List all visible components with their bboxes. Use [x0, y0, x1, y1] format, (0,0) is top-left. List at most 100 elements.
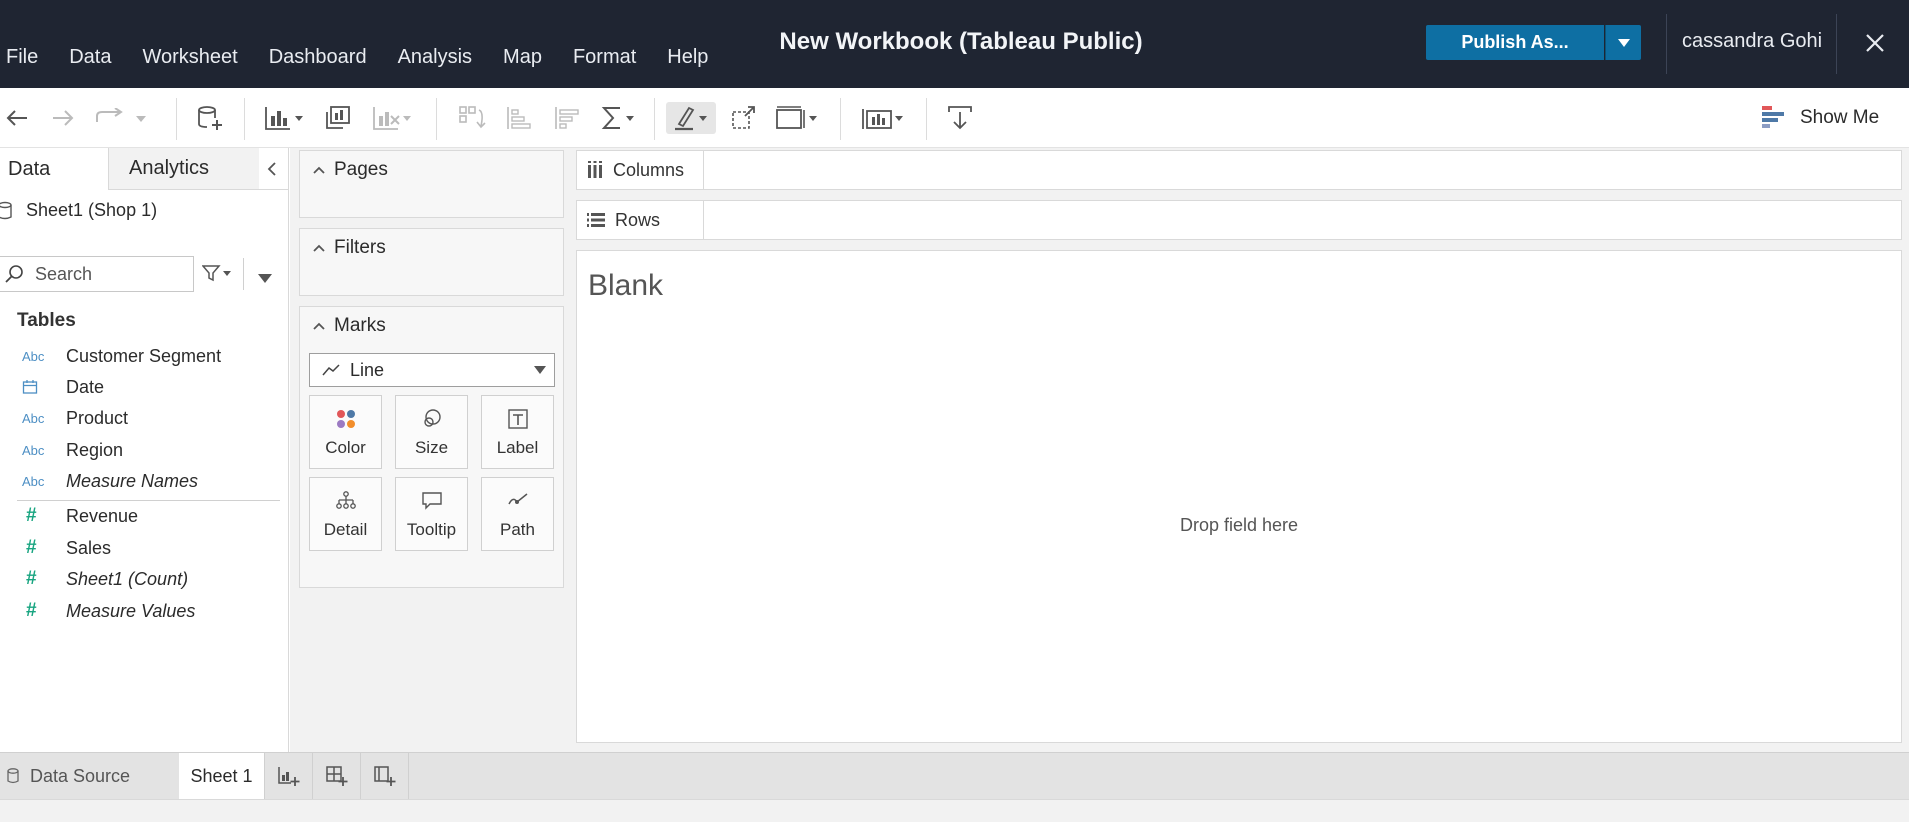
field-customer-segment[interactable]: Abc Customer Segment [0, 341, 280, 371]
field-name: Measure Names [66, 470, 199, 491]
chevron-up-icon [313, 244, 325, 252]
columns-icon [588, 161, 602, 178]
size-icon [423, 409, 441, 427]
caret-down-icon [258, 274, 272, 283]
drop-field-hint[interactable]: Drop field here [577, 515, 1901, 536]
group-icon [732, 106, 755, 129]
pane-menu-button[interactable] [258, 270, 272, 288]
marks-card-title: Marks [334, 315, 386, 336]
chevron-up-icon [313, 166, 325, 174]
path-button[interactable]: Path [481, 477, 554, 551]
line-mark-icon [322, 364, 340, 376]
field-product[interactable]: Abc Product [0, 403, 280, 433]
field-name: Revenue [66, 505, 139, 526]
field-revenue[interactable]: # Revenue [0, 501, 280, 531]
clear-sheet-button[interactable] [370, 102, 414, 134]
field-sheet1-count[interactable]: # Sheet1 (Count) [0, 564, 280, 594]
caret-down-icon [1617, 38, 1630, 47]
presentation-button[interactable] [858, 102, 908, 134]
field-sales[interactable]: # Sales [0, 533, 280, 563]
title-bar: File Data Worksheet Dashboard Analysis M… [0, 0, 1909, 88]
columns-shelf[interactable]: Columns [576, 150, 1902, 190]
new-story-tab-button[interactable] [360, 753, 408, 799]
columns-label: Columns [613, 159, 685, 180]
group-members-button[interactable] [728, 102, 758, 134]
size-button[interactable]: Size [395, 395, 468, 469]
new-worksheet-tab-button[interactable] [264, 753, 312, 799]
redo-button[interactable] [92, 102, 152, 134]
collapse-pane-button[interactable] [266, 161, 278, 182]
filter-icon [201, 265, 231, 282]
search-field[interactable]: Search [0, 256, 194, 292]
download-button[interactable] [944, 102, 976, 134]
sheet-tab[interactable]: Sheet 1 [179, 753, 264, 800]
clear-sheet-icon [373, 107, 411, 130]
detail-button[interactable]: Detail [309, 477, 382, 551]
tooltip-button[interactable]: Tooltip [395, 477, 468, 551]
show-me-button[interactable]: Show Me [1760, 104, 1879, 132]
color-label: Color [325, 438, 366, 457]
aggregate-button[interactable] [600, 102, 636, 134]
pane-tabs: Data Analytics [0, 148, 289, 190]
tooltip-label: Tooltip [406, 520, 457, 539]
view-canvas[interactable]: Blank Drop field here [576, 250, 1902, 743]
highlight-icon [675, 106, 707, 131]
user-name[interactable]: cassandra Gohi [1682, 30, 1822, 53]
filters-card[interactable]: Filters [299, 228, 564, 296]
sheet-title[interactable]: Blank [588, 269, 663, 303]
tables-header: Tables [17, 310, 76, 331]
data-pane: Data Analytics Sheet1 (Shop 1) Search Ta… [0, 148, 289, 752]
field-region[interactable]: Abc Region [0, 435, 280, 465]
tab-data[interactable]: Data [0, 148, 109, 190]
field-name: Measure Values [66, 600, 196, 621]
sort-ascending-button[interactable] [504, 102, 536, 134]
field-measure-values[interactable]: # Measure Values [0, 596, 280, 626]
detail-label: Detail [323, 520, 368, 539]
duplicate-icon [326, 106, 350, 129]
pages-card[interactable]: Pages [299, 150, 564, 218]
highlight-button[interactable] [666, 102, 716, 134]
search-icon [5, 265, 23, 283]
filter-fields-button[interactable] [201, 264, 232, 287]
presentation-icon [862, 109, 903, 129]
forward-button[interactable] [48, 102, 78, 134]
toolbar-divider [840, 98, 841, 140]
worksheet-area: Columns Rows Blank Drop field here [571, 148, 1909, 752]
field-name: Customer Segment [66, 345, 222, 366]
sort-descending-button[interactable] [552, 102, 584, 134]
forward-icon [53, 110, 74, 126]
publish-as-button[interactable]: Publish As... [1426, 25, 1604, 60]
database-icon [7, 768, 19, 784]
field-date[interactable]: Date [0, 372, 280, 402]
tooltip-icon [421, 492, 442, 510]
label-button[interactable]: Label [481, 395, 554, 469]
fit-button[interactable] [772, 102, 822, 134]
new-dashboard-tab-button[interactable] [312, 753, 360, 799]
pages-card-header[interactable]: Pages [312, 159, 388, 181]
datasource-item[interactable]: Sheet1 (Shop 1) [0, 200, 157, 221]
rows-shelf-label: Rows [577, 201, 704, 239]
color-button[interactable]: Color [309, 395, 382, 469]
number-type-icon: # [26, 505, 37, 526]
number-type-icon: # [26, 600, 37, 621]
data-source-tab[interactable]: Data Source [0, 753, 130, 799]
publish-dropdown-button[interactable] [1605, 25, 1641, 60]
back-button[interactable] [2, 102, 32, 134]
new-datasource-button[interactable] [194, 102, 226, 134]
marks-card-header[interactable]: Marks [312, 315, 386, 337]
color-icon [336, 410, 355, 428]
close-button[interactable] [1860, 28, 1890, 58]
header-divider [1666, 14, 1667, 74]
field-measure-names[interactable]: Abc Measure Names [0, 466, 280, 496]
tab-analytics[interactable]: Analytics [109, 148, 259, 189]
mark-type-dropdown[interactable]: Line [309, 353, 555, 387]
toolbar-divider [926, 98, 927, 140]
swap-button[interactable] [456, 102, 488, 134]
filters-card-header[interactable]: Filters [312, 237, 386, 259]
duplicate-sheet-button[interactable] [322, 102, 354, 134]
toolbar-divider [176, 98, 177, 140]
new-worksheet-button[interactable] [262, 102, 306, 134]
new-worksheet-icon [277, 767, 299, 786]
rows-shelf[interactable]: Rows [576, 200, 1902, 240]
toolbar-divider [654, 98, 655, 140]
